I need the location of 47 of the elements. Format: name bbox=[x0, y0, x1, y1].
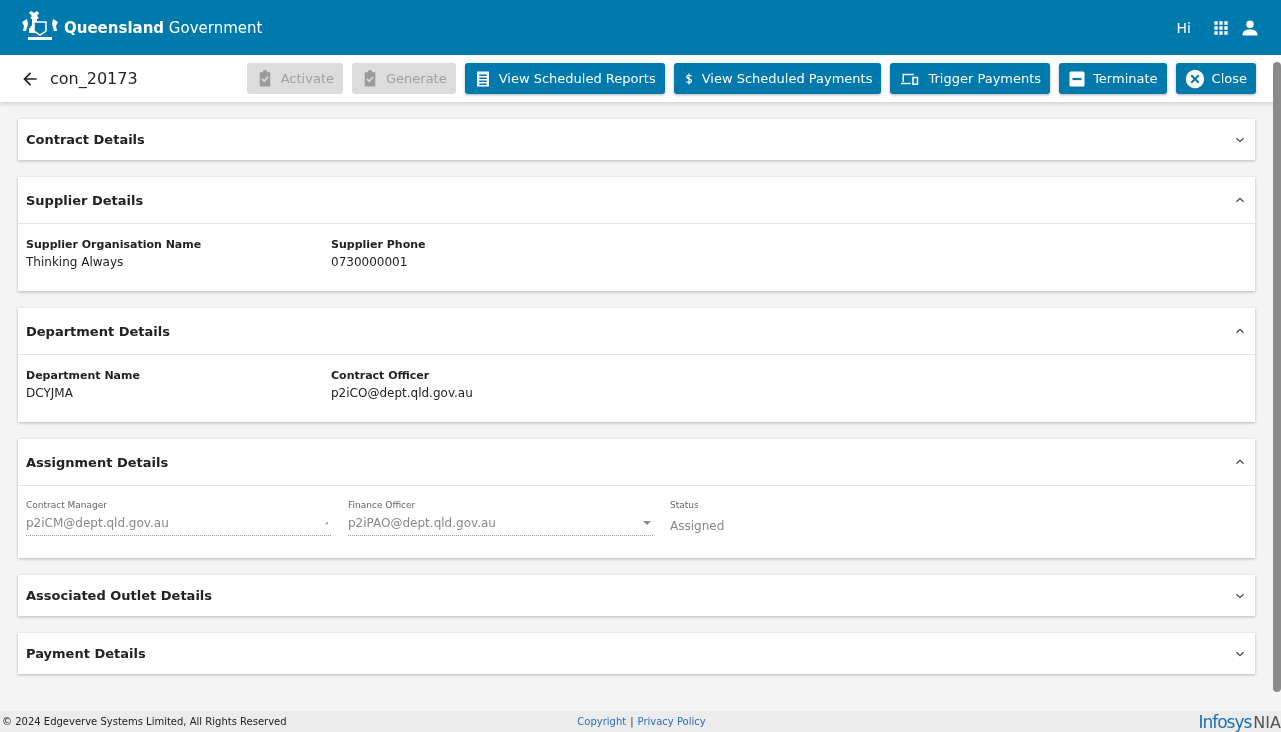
section-header[interactable]: Associated Outlet Details bbox=[18, 575, 1255, 616]
section-title: Associated Outlet Details bbox=[26, 588, 213, 603]
page-title: con_20173 bbox=[50, 69, 139, 88]
field-label: Supplier Organisation Name bbox=[26, 238, 203, 251]
section-title: Assignment Details bbox=[26, 454, 169, 470]
field-value: Thinking Always bbox=[26, 255, 125, 269]
section-header[interactable]: Department Details bbox=[18, 308, 1255, 355]
field-label: Contract Manager bbox=[26, 500, 109, 510]
section-title: Department Details bbox=[26, 323, 170, 339]
field-label: Department Name bbox=[26, 369, 141, 382]
minus-box-icon bbox=[1068, 69, 1087, 88]
section-title: Payment Details bbox=[26, 646, 146, 661]
section-header[interactable]: Assignment Details bbox=[18, 439, 1255, 486]
toolbar-button[interactable]: Trigger Payments bbox=[890, 63, 1051, 94]
scrollbar[interactable] bbox=[1273, 62, 1281, 692]
toolbar-button[interactable]: Terminate bbox=[1059, 63, 1167, 94]
close-icon bbox=[1184, 68, 1205, 89]
field-value: p2iCO@dept.qld.gov.au bbox=[331, 386, 474, 400]
dropdown-field[interactable]: p2iCM@dept.qld.gov.au bbox=[26, 514, 331, 536]
field-label: Contract Officer bbox=[331, 369, 431, 382]
field-label: Finance Officer bbox=[348, 500, 417, 510]
logo-subtext: NIA bbox=[1253, 712, 1281, 732]
footer-link[interactable]: Privacy Policy bbox=[637, 716, 706, 727]
greeting: Hi bbox=[1176, 19, 1191, 36]
section-title: Supplier Details bbox=[26, 192, 144, 208]
section-header[interactable]: Payment Details bbox=[18, 633, 1255, 674]
logo-text: Infosys bbox=[1198, 711, 1252, 732]
caret-icon bbox=[323, 519, 331, 527]
toolbar-button[interactable]: View Scheduled Payments bbox=[673, 63, 882, 94]
toolbar-button[interactable]: Close bbox=[1175, 63, 1256, 94]
link-separator: | bbox=[630, 716, 634, 727]
user-icon[interactable] bbox=[1241, 18, 1259, 37]
field-label: Supplier Phone bbox=[331, 238, 427, 251]
apps-grid-icon[interactable] bbox=[1213, 19, 1229, 36]
section-header[interactable]: Contract Details bbox=[18, 119, 1255, 160]
dropdown-field[interactable]: p2iPAO@dept.qld.gov.au bbox=[348, 514, 653, 536]
copyright-text: © 2024 Edgeverve Systems Limited, All Rights Reserved bbox=[2, 716, 287, 727]
toolbar-button[interactable]: View Scheduled Reports bbox=[464, 63, 665, 94]
footer-link[interactable]: Copyright bbox=[577, 716, 627, 727]
field-value: DCYJMA bbox=[26, 386, 74, 400]
section-title: Contract Details bbox=[26, 132, 145, 147]
section-header[interactable]: Supplier Details bbox=[18, 177, 1255, 224]
status-value: Assigned bbox=[670, 518, 726, 533]
field-value: 0730000001 bbox=[331, 255, 409, 269]
field-label: Status bbox=[670, 500, 700, 510]
brand-name: Queensland Government bbox=[64, 18, 263, 37]
crest-logo-icon bbox=[20, 9, 60, 42]
